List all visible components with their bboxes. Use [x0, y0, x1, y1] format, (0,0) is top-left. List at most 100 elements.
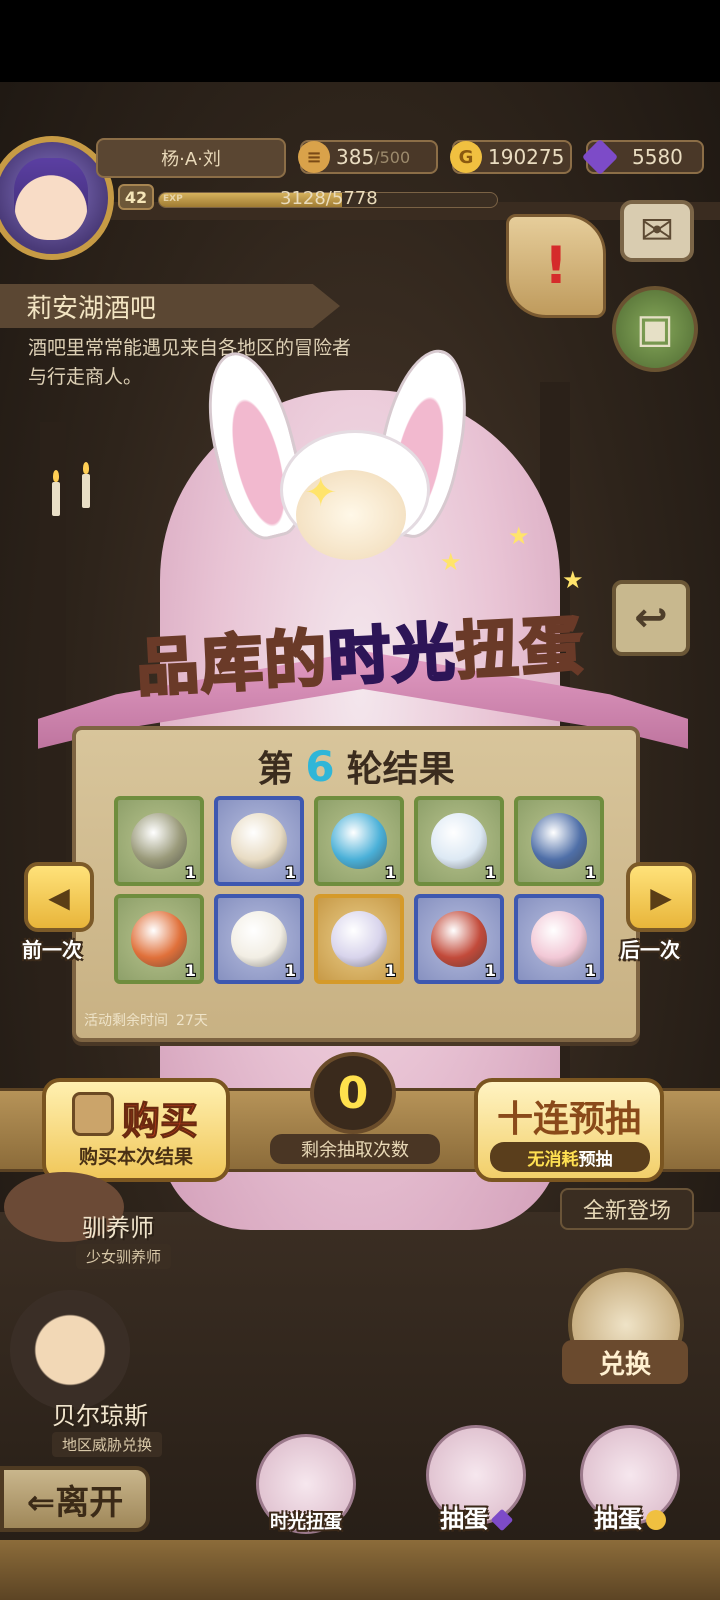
item-count: 1 — [384, 961, 396, 980]
spiral-shell-icon — [331, 813, 387, 869]
stamina-counter[interactable]: ≡ 385/500 — [298, 140, 438, 174]
ten-pull-preview-label: 预抽 — [578, 1149, 613, 1170]
gem-value: 5580 — [632, 145, 683, 169]
result-slot[interactable]: 1 — [414, 894, 504, 984]
stamina-value: 385 — [336, 145, 375, 169]
gold-counter[interactable]: G 190275 — [450, 140, 572, 174]
horned-fluff-icon — [231, 911, 287, 967]
wooden-pillar — [40, 422, 66, 1122]
exp-label: EXP — [163, 194, 183, 204]
round-suffix: 轮结果 — [346, 749, 455, 790]
quest-scroll-button[interactable]: ! — [506, 214, 606, 318]
next-round-label: 后一次 — [620, 938, 680, 962]
winged-cocoon-icon — [331, 911, 387, 967]
remaining-draws-count: 0 — [310, 1052, 396, 1134]
gem-counter[interactable]: 5580 — [581, 138, 704, 176]
exchange-button[interactable]: 兑换 — [562, 1340, 688, 1384]
potion-flask-icon — [431, 813, 487, 869]
stamina-max: /500 — [374, 147, 411, 167]
star-icon: ★ — [562, 566, 584, 594]
fire-stone-icon — [131, 911, 187, 967]
item-portrait-icon — [72, 1092, 114, 1136]
tab-egg-draw-gold-text: 抽蛋 — [594, 1505, 642, 1533]
candle-icon — [52, 470, 60, 516]
round-prefix: 第 — [257, 749, 294, 790]
ten-pull-subtitle: 无消耗 预抽 — [490, 1142, 650, 1172]
item-count: 1 — [284, 961, 296, 980]
round-number: 6 — [305, 742, 335, 791]
event-title-part1: 品库的 — [133, 620, 332, 706]
lotus-bud-icon — [531, 911, 587, 967]
exp-text: 3128/5778 — [280, 188, 378, 209]
envelope-icon: ✉ — [640, 208, 674, 254]
result-slot[interactable]: 1 — [414, 796, 504, 886]
tamer-npc-subtitle: 少女驯养师 — [76, 1244, 172, 1269]
backpack-button[interactable]: ▣ — [612, 286, 698, 372]
tab-time-gacha[interactable]: 时光扭蛋 — [248, 1400, 364, 1534]
gold-coin-icon: G — [450, 141, 482, 173]
item-count: 1 — [584, 863, 596, 882]
result-slot[interactable]: 1 — [114, 894, 204, 984]
berjones-npc-subtitle: 地区威胁兑换 — [52, 1432, 163, 1457]
result-panel: 第 6 轮结果 1 1 1 1 1 1 1 1 1 1 活动剩余时间 27天 — [72, 726, 640, 1042]
result-slot[interactable]: 1 — [214, 796, 304, 886]
star-icon: ★ — [508, 522, 530, 550]
backpack-icon: ▣ — [636, 306, 674, 352]
result-slot[interactable]: 1 — [114, 796, 204, 886]
item-count: 1 — [284, 863, 296, 882]
round-heading: 第 6 轮结果 — [76, 740, 636, 792]
item-count: 1 — [384, 863, 396, 882]
blue-sprout-icon — [531, 813, 587, 869]
buy-result-button[interactable]: 购买 购买本次结果 — [42, 1078, 230, 1182]
tab-egg-draw-gems[interactable]: 抽蛋 — [418, 1400, 534, 1534]
tamer-npc-name[interactable]: 驯养师 — [82, 1208, 154, 1243]
player-name: 杨·A·刘 — [96, 138, 286, 178]
buy-title: 购买 — [121, 1099, 199, 1144]
result-slot[interactable]: 1 — [214, 894, 304, 984]
result-slot[interactable]: 1 — [314, 894, 404, 984]
event-time-left: 活动剩余时间 27天 — [84, 1010, 208, 1030]
bread-icon: ≡ — [298, 141, 330, 173]
ten-pull-free-label: 无消耗 — [527, 1149, 579, 1170]
result-slot[interactable]: 1 — [514, 796, 604, 886]
berjones-npc-name[interactable]: 贝尔琼斯 — [52, 1396, 148, 1431]
remaining-draws-label: 剩余抽取次数 — [270, 1134, 440, 1164]
cat-hood-icon — [431, 911, 487, 967]
tab-egg-draw-gold[interactable]: 抽蛋 — [572, 1400, 688, 1534]
previous-round-button[interactable]: ◀ — [24, 862, 94, 932]
arrow-right-icon: ▶ — [650, 880, 672, 914]
return-button[interactable]: ↩ — [612, 580, 690, 656]
avatar-portrait — [14, 158, 88, 240]
purple-gem-icon — [581, 138, 619, 176]
return-arrow-icon: ↩ — [634, 595, 668, 641]
event-title-part2: 扭蛋 — [453, 607, 588, 690]
bottom-bar — [0, 1540, 720, 1600]
purple-gem-icon — [490, 1508, 514, 1532]
player-level: 42 — [118, 184, 154, 210]
next-round-button[interactable]: ▶ — [626, 862, 696, 932]
item-count: 1 — [584, 961, 596, 980]
leaf-item-icon — [131, 813, 187, 869]
candle-icon — [82, 462, 90, 508]
location-title: 莉安湖酒吧 — [0, 284, 340, 328]
gold-value: 190275 — [488, 145, 565, 169]
ten-pull-title: 十连预抽 — [496, 1099, 641, 1140]
tab-time-gacha-label: 时光扭蛋 — [270, 1512, 342, 1533]
star-icon: ★ — [440, 548, 462, 576]
location-description: 酒吧里常常能遇见来自各地区的冒险者与行走商人。 — [28, 337, 352, 388]
new-arrival-banner[interactable]: 全新登场 — [560, 1188, 694, 1230]
previous-round-label: 前一次 — [22, 938, 82, 962]
berjones-npc-portrait[interactable] — [10, 1290, 130, 1410]
item-count: 1 — [184, 961, 196, 980]
event-title-highlight: 时光 — [325, 614, 460, 697]
exclamation-icon: ! — [544, 236, 568, 296]
tab-egg-draw-gems-label: 抽蛋 — [440, 1499, 514, 1534]
mail-button[interactable]: ✉ — [620, 200, 694, 262]
result-slot[interactable]: 1 — [514, 894, 604, 984]
sparkle-icon: ✦ — [304, 470, 338, 516]
result-slot[interactable]: 1 — [314, 796, 404, 886]
tab-egg-draw-gold-label: 抽蛋 — [594, 1499, 666, 1534]
leave-button[interactable]: ⇐离开 — [0, 1466, 150, 1532]
ten-pull-preview-button[interactable]: 十连预抽 无消耗 预抽 — [474, 1078, 664, 1182]
item-count: 1 — [484, 961, 496, 980]
